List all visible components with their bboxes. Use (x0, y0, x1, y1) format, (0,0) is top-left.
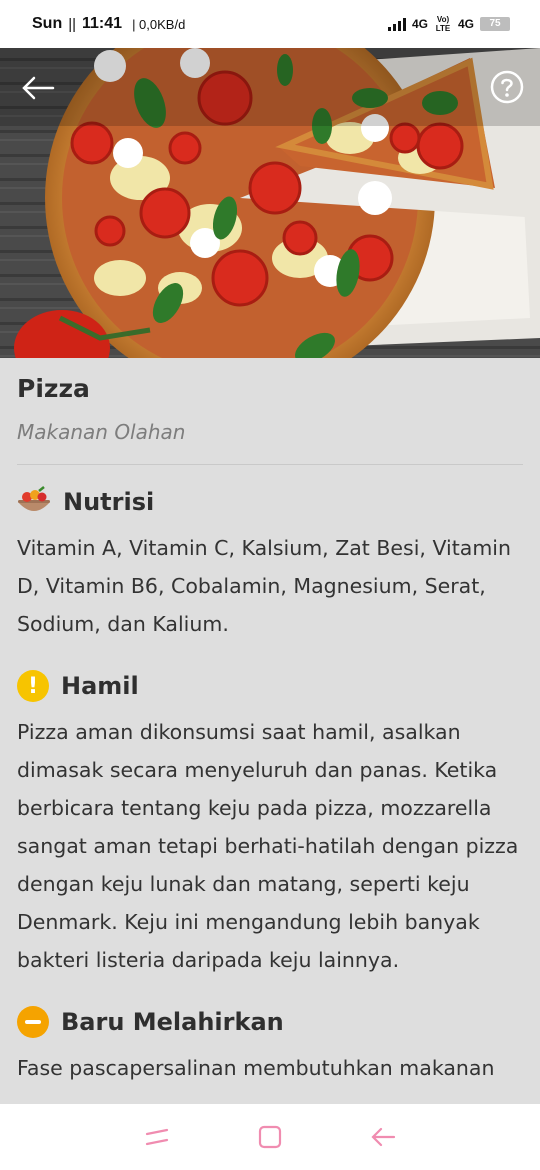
nav-back-button[interactable] (363, 1117, 403, 1157)
food-title: Pizza (17, 374, 90, 403)
divider (17, 464, 523, 465)
status-right: 4G Vo) LTE 4G 75 (387, 15, 510, 33)
system-nav-bar (0, 1104, 540, 1170)
status-time: 11:41 (82, 15, 123, 32)
status-day: Sun (32, 15, 63, 32)
network-type-1: 4G (411, 17, 428, 31)
status-left: Sun || 11:41 | 0,0KB/d (32, 15, 185, 33)
minus-circle-icon (17, 1006, 49, 1038)
detail-content[interactable]: Pizza Makanan Olahan Nutrisi Vitamin A, … (0, 358, 540, 1104)
section-title: Nutrisi (63, 488, 155, 516)
section-header: Nutrisi (17, 485, 523, 519)
section-body: Vitamin A, Vitamin C, Kalsium, Zat Besi,… (17, 536, 511, 636)
section-hamil: ! Hamil Pizza aman dikonsumsi saat hamil… (17, 669, 523, 979)
section-header: ! Hamil (17, 669, 523, 703)
status-net-speed: | 0,0KB/d (132, 16, 186, 32)
help-circle-icon (490, 70, 524, 104)
section-nutrisi: Nutrisi Vitamin A, Vitamin C, Kalsium, Z… (17, 485, 523, 643)
food-bowl-icon (18, 486, 50, 511)
food-category: Makanan Olahan (17, 420, 186, 444)
back-arrow-icon (371, 1127, 396, 1147)
section-title: Baru Melahirkan (61, 1008, 284, 1036)
section-title: Hamil (61, 672, 139, 700)
section-baru-melahirkan: Baru Melahirkan Fase pascapersalinan mem… (17, 1005, 523, 1087)
battery-icon: 75 (480, 17, 510, 31)
status-bar: Sun || 11:41 | 0,0KB/d 4G Vo) LTE 4G 75 (0, 0, 540, 48)
volte-label: Vo) LTE (435, 15, 451, 33)
section-body: Fase pascapersalinan membutuhkan makanan (17, 1056, 495, 1080)
recent-apps-icon (145, 1128, 168, 1146)
signal-icon (387, 17, 406, 31)
back-button[interactable] (18, 68, 58, 108)
home-square-icon (258, 1125, 282, 1149)
warning-exclamation-icon: ! (17, 670, 49, 702)
arrow-left-icon (22, 76, 55, 100)
home-button[interactable] (250, 1117, 290, 1157)
section-body: Pizza aman dikonsumsi saat hamil, asalka… (17, 720, 519, 972)
network-type-2: 4G (457, 17, 474, 31)
header-overlay (0, 48, 540, 126)
recent-apps-button[interactable] (137, 1117, 177, 1157)
hero-image (0, 48, 540, 358)
help-button[interactable] (490, 70, 524, 104)
status-separator: || (68, 15, 77, 33)
section-header: Baru Melahirkan (17, 1005, 523, 1039)
